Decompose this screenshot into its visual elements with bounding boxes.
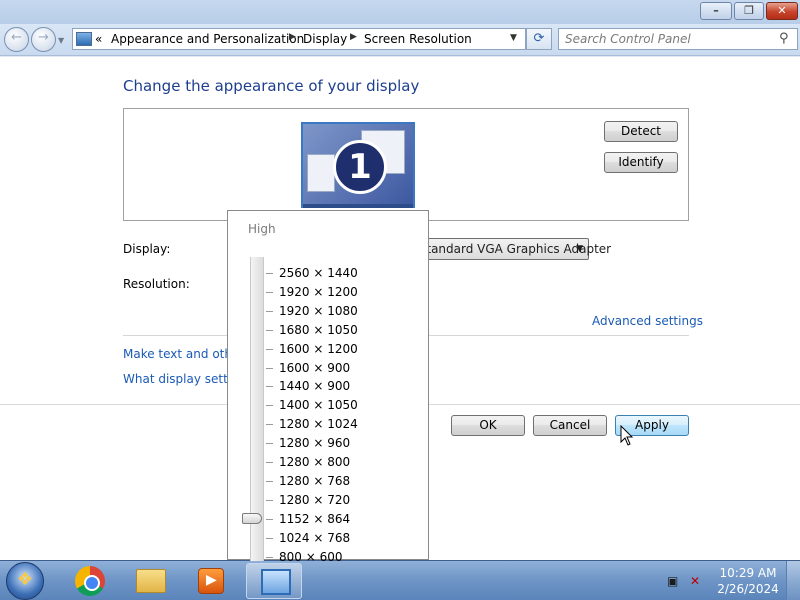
volume-muted-icon[interactable]: ✕ bbox=[690, 574, 700, 588]
resolution-option[interactable]: 1280 × 800 bbox=[279, 455, 350, 469]
show-desktop-button[interactable] bbox=[786, 561, 800, 600]
taskbar: ❖ ▶ ▣ ✕ 10:29 AM 2/26/2024 bbox=[0, 560, 800, 600]
resolution-dropdown-popup: High 2560 × 1440 1920 × 1200 1920 × 1080 16… bbox=[227, 210, 429, 564]
close-icon: ✕ bbox=[777, 4, 787, 17]
slider-tick-mark bbox=[266, 386, 273, 388]
display-label: Display: bbox=[123, 242, 171, 256]
slider-tick-mark bbox=[266, 518, 273, 520]
restore-button[interactable]: ❐ bbox=[734, 2, 764, 20]
advanced-settings-link[interactable]: Advanced settings bbox=[592, 314, 703, 328]
close-button[interactable]: ✕ bbox=[766, 2, 798, 20]
monitor-preview-panel: 1 Detect Identify bbox=[123, 108, 689, 221]
address-bar[interactable]: « Appearance and Personalization ▶ Displ… bbox=[72, 28, 526, 50]
monitor-stand bbox=[303, 204, 413, 208]
slider-tick-mark bbox=[266, 480, 273, 482]
resolution-option[interactable]: 1680 × 1050 bbox=[279, 323, 358, 337]
monitor-1-icon[interactable]: 1 bbox=[301, 122, 415, 208]
slider-tick-mark bbox=[266, 367, 273, 369]
breadcrumb-separator-icon[interactable]: ▶ bbox=[289, 32, 296, 42]
resolution-option[interactable]: 1600 × 1200 bbox=[279, 342, 358, 356]
resolution-option[interactable]: 2560 × 1440 bbox=[279, 266, 358, 280]
resolution-option[interactable]: 1920 × 1200 bbox=[279, 285, 358, 299]
slider-tick-mark bbox=[266, 462, 273, 463]
window-thumbnail bbox=[307, 154, 335, 192]
ok-button[interactable]: OK bbox=[451, 415, 525, 436]
slider-tick-mark bbox=[266, 556, 273, 558]
detect-button[interactable]: Detect bbox=[604, 121, 678, 142]
refresh-icon: ⟳ bbox=[533, 31, 545, 46]
breadcrumb-separator-icon[interactable]: ▶ bbox=[350, 32, 357, 42]
resolution-option[interactable]: 1024 × 768 bbox=[279, 531, 350, 545]
resolution-option[interactable]: 1152 × 864 bbox=[279, 512, 350, 526]
page-title: Change the appearance of your display bbox=[123, 77, 420, 95]
recent-pages-dropdown[interactable]: ▼ bbox=[58, 36, 64, 45]
title-bar: – ❐ ✕ bbox=[0, 0, 800, 24]
breadcrumb-display[interactable]: Display bbox=[303, 32, 347, 46]
clock[interactable]: 10:29 AM 2/26/2024 bbox=[716, 565, 780, 597]
control-panel-icon bbox=[261, 569, 291, 595]
resolution-label: Resolution: bbox=[123, 277, 190, 291]
slider-tick-mark bbox=[266, 310, 273, 312]
resolution-option[interactable]: 1280 × 1024 bbox=[279, 417, 358, 431]
identify-button[interactable]: Identify bbox=[604, 152, 678, 173]
resolution-option[interactable]: 1920 × 1080 bbox=[279, 304, 358, 318]
start-button[interactable]: ❖ bbox=[6, 562, 44, 600]
monitor-number: 1 bbox=[333, 140, 387, 194]
resolution-option[interactable]: 1600 × 900 bbox=[279, 361, 350, 375]
windows-logo-icon: ❖ bbox=[16, 569, 34, 590]
slider-tick-mark bbox=[266, 291, 273, 293]
slider-tick-mark bbox=[266, 537, 273, 539]
taskbar-chrome[interactable] bbox=[60, 563, 116, 599]
control-panel-icon bbox=[76, 32, 92, 46]
breadcrumb-overflow[interactable]: « bbox=[95, 32, 102, 46]
clock-date: 2/26/2024 bbox=[717, 582, 779, 596]
minimize-button[interactable]: – bbox=[700, 2, 732, 20]
network-icon[interactable]: ▣ bbox=[667, 574, 678, 588]
taskbar-control-panel[interactable] bbox=[246, 563, 302, 599]
taskbar-media-player[interactable]: ▶ bbox=[183, 563, 239, 599]
resolution-option[interactable]: 1440 × 900 bbox=[279, 379, 350, 393]
slider-tick-mark bbox=[266, 499, 273, 501]
resolution-option[interactable]: 1280 × 960 bbox=[279, 436, 350, 450]
breadcrumb-screen-resolution[interactable]: Screen Resolution bbox=[364, 32, 472, 46]
navigation-bar: ← → ▼ « Appearance and Personalization ▶… bbox=[0, 24, 800, 56]
back-arrow-icon: ← bbox=[11, 30, 22, 45]
slider-tick-mark bbox=[266, 405, 273, 407]
slider-tick-mark bbox=[266, 443, 273, 445]
search-input[interactable] bbox=[565, 31, 765, 47]
search-icon[interactable]: ⚲ bbox=[779, 31, 789, 46]
resolution-option[interactable]: 1400 × 1050 bbox=[279, 398, 358, 412]
breadcrumb-appearance[interactable]: Appearance and Personalization bbox=[111, 32, 304, 46]
forward-arrow-icon: → bbox=[38, 30, 49, 45]
taskbar-file-explorer[interactable] bbox=[122, 563, 178, 599]
resolution-option[interactable]: 1280 × 768 bbox=[279, 474, 350, 488]
address-dropdown-icon[interactable]: ▼ bbox=[510, 33, 517, 43]
minimize-icon: – bbox=[713, 4, 719, 17]
chevron-down-icon: ▼ bbox=[576, 244, 583, 254]
slider-tick-mark bbox=[266, 424, 273, 426]
slider-tick-mark bbox=[266, 329, 273, 331]
slider-tick-mark bbox=[266, 273, 273, 274]
slider-tick-mark bbox=[266, 348, 273, 350]
refresh-button[interactable]: ⟳ bbox=[526, 28, 552, 50]
clock-time: 10:29 AM bbox=[719, 566, 777, 580]
resolution-option[interactable]: 800 × 600 bbox=[279, 550, 343, 564]
chrome-icon bbox=[75, 566, 105, 596]
forward-button[interactable]: → bbox=[31, 27, 56, 52]
media-player-icon: ▶ bbox=[198, 568, 224, 594]
file-explorer-icon bbox=[136, 569, 166, 593]
search-box: ⚲ bbox=[558, 28, 798, 50]
back-button[interactable]: ← bbox=[4, 27, 29, 52]
restore-icon: ❐ bbox=[744, 4, 754, 17]
resolution-slider-thumb[interactable] bbox=[242, 513, 262, 524]
resolution-option[interactable]: 1280 × 720 bbox=[279, 493, 350, 507]
cancel-button[interactable]: Cancel bbox=[533, 415, 607, 436]
high-label: High bbox=[248, 222, 276, 236]
mouse-cursor-icon bbox=[620, 425, 634, 446]
